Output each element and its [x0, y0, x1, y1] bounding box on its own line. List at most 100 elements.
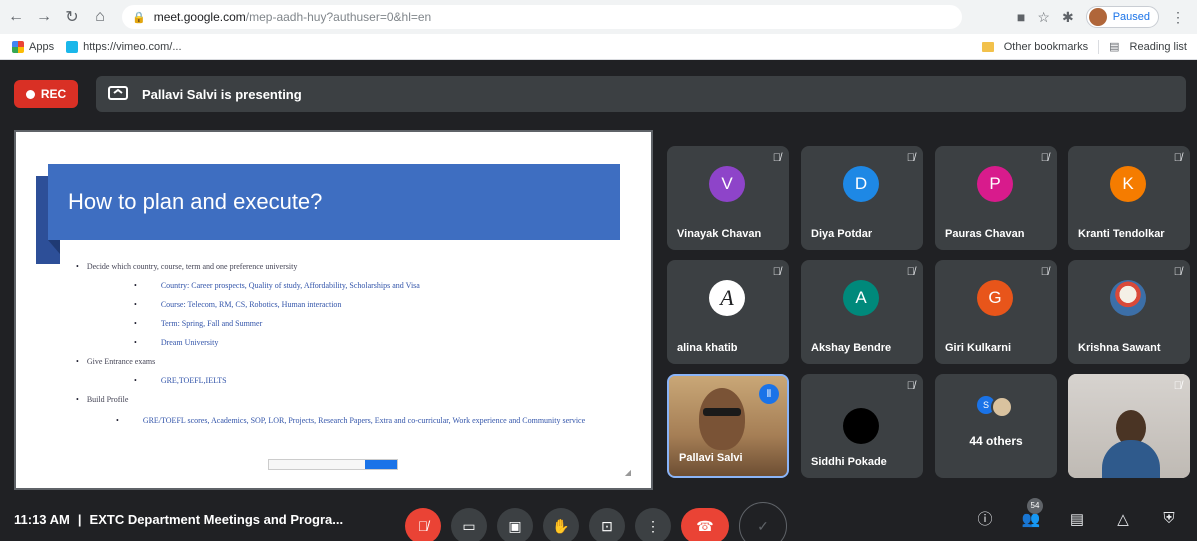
participant-name: Diya Potdar [811, 228, 873, 240]
profile-label: Paused [1112, 11, 1150, 23]
check-icon: ✓ [757, 517, 769, 534]
slide-corner-mark: ◢ [624, 468, 631, 477]
bullet-item: Term: Spring, Fall and Summer [134, 319, 636, 328]
participant-name: Siddhi Pokade [811, 456, 887, 468]
others-avatars: S [977, 396, 1013, 418]
leave-call-button[interactable]: ☎ [681, 508, 729, 541]
participant-tile[interactable]: 🎙̸ D Diya Potdar [801, 146, 923, 250]
camera-toggle-button[interactable]: ▭ [451, 508, 487, 541]
participant-tile[interactable]: 🎙̸ A Akshay Bendre [801, 260, 923, 364]
participant-video-tile[interactable]: 🎙̸ [1068, 374, 1190, 478]
star-bookmark-icon[interactable]: ☆ [1037, 9, 1050, 26]
divider: | [77, 512, 82, 527]
apps-grid-icon [12, 40, 24, 53]
avatar: A [709, 280, 745, 316]
bullet-item: GRE,TOEFL,IELTS [134, 376, 636, 385]
raise-hand-button[interactable]: ✋ [543, 508, 579, 541]
participant-name: Akshay Bendre [811, 342, 892, 354]
mic-off-icon: 🎙̸ [906, 380, 915, 392]
address-bar[interactable]: 🔒 meet.google.com /mep-aadh-huy?authuser… [122, 5, 962, 29]
meeting-info: 11:13 AM | EXTC Department Meetings and … [14, 512, 343, 527]
participant-tile[interactable]: 🎙̸ A alina khatib [667, 260, 789, 364]
bookmark-apps-label: Apps [29, 40, 55, 53]
mic-off-icon: 🎙̸ [772, 266, 781, 278]
mic-off-icon: 🎙̸ [1040, 152, 1049, 164]
camera-permission-icon[interactable]: ■ [1017, 9, 1025, 25]
avatar-photo [1110, 280, 1146, 316]
meeting-details-icon[interactable]: ⓘ [975, 508, 995, 529]
shared-slide: How to plan and execute? Decide which co… [14, 130, 653, 490]
others-tile[interactable]: S 44 others [935, 374, 1057, 478]
forward-arrow-icon[interactable]: → [32, 5, 56, 29]
participant-name: Pauras Chavan [945, 228, 1025, 240]
home-icon[interactable]: ⌂ [88, 5, 112, 29]
avatar-photo [991, 396, 1013, 418]
mic-off-icon: 🎙̸ [906, 152, 915, 164]
bullet-item: Build Profile [76, 395, 636, 404]
url-path: /mep-aadh-huy?authuser=0&hl=en [245, 10, 432, 24]
mic-toggle-button[interactable]: 🎙̸ [405, 508, 441, 541]
mic-off-icon: 🎙̸ [417, 518, 429, 534]
avatar: D [843, 166, 879, 202]
participant-tile[interactable]: 🎙̸ K Kranti Tendolkar [1068, 146, 1190, 250]
captions-button[interactable]: ▣ [497, 508, 533, 541]
mic-off-icon: 🎙̸ [1040, 266, 1049, 278]
present-icon: ⊡ [601, 517, 613, 534]
participant-tile[interactable]: 🎙̸ P Pauras Chavan [935, 146, 1057, 250]
folder-icon [981, 41, 994, 52]
menu-kebab-icon[interactable]: ⋮ [1171, 9, 1185, 26]
profile-button[interactable]: Paused [1085, 6, 1159, 28]
meet-stage: REC Pallavi Salvi is presenting How to p… [0, 60, 1197, 541]
banner-fold [48, 240, 60, 254]
participant-tile[interactable]: 🎙̸ G Giri Kulkarni [935, 260, 1057, 364]
divider [1098, 39, 1100, 54]
reload-icon[interactable]: ↻ [60, 5, 84, 29]
mic-off-icon: 🎙̸ [1173, 380, 1182, 392]
lock-icon: 🔒 [132, 11, 146, 24]
mic-off-icon: 🎙̸ [1173, 266, 1182, 278]
people-icon[interactable]: 👥 54 [1021, 497, 1043, 528]
participant-tile[interactable]: 🎙̸ Siddhi Pokade [801, 374, 923, 478]
present-now-button[interactable]: ⊡ [589, 508, 625, 541]
camera-icon: ▭ [462, 517, 476, 534]
presenting-text: Pallavi Salvi is presenting [142, 86, 302, 102]
participant-name: Giri Kulkarni [945, 342, 1012, 354]
back-arrow-icon[interactable]: ← [4, 5, 28, 29]
more-options-button[interactable]: ⋮ [635, 508, 671, 541]
bullet-item: Course: Telecom, RM, CS, Robotics, Human… [134, 300, 636, 309]
self-video-tile[interactable]: ⦀ Pallavi Salvi [667, 374, 789, 478]
bookmark-apps[interactable]: Apps [12, 40, 55, 53]
call-controls: 🎙̸ ▭ ▣ ✋ ⊡ ⋮ ☎ ✓ [405, 502, 787, 541]
participant-tile[interactable]: 🎙̸ Krishna Sawant [1068, 260, 1190, 364]
participant-name: Vinayak Chavan [677, 228, 762, 240]
bullet-item: GRE/TOEFL scores, Academics, SOP, LOR, P… [116, 414, 636, 428]
ghost-control-button[interactable]: ✓ [739, 502, 787, 541]
bullet-item: Country: Career prospects, Quality of st… [134, 281, 636, 290]
presenting-banner: Pallavi Salvi is presenting [96, 76, 1186, 112]
participant-tile[interactable]: 🎙̸ V Vinayak Chavan [667, 146, 789, 250]
hand-icon: ✋ [552, 517, 570, 534]
bullet-item: Dream University [134, 338, 636, 347]
meeting-title: EXTC Department Meetings and Progra... [89, 512, 344, 527]
participant-name: Pallavi Salvi [679, 452, 743, 464]
slide-control-button [365, 460, 397, 469]
bullet-item: Decide which country, course, term and o… [76, 262, 636, 271]
extensions-puzzle-icon[interactable]: ✱ [1062, 9, 1074, 26]
bookmark-vimeo-label: https://vimeo.com/... [83, 40, 182, 53]
slide-title: How to plan and execute? [68, 189, 323, 214]
others-count: 44 others [969, 434, 1023, 448]
activities-icon[interactable]: △ [1113, 510, 1133, 528]
chat-icon[interactable]: ▤ [1067, 510, 1087, 528]
bookmark-vimeo[interactable]: https://vimeo.com/... [66, 40, 182, 53]
present-screen-icon [108, 86, 128, 102]
url-host: meet.google.com [153, 10, 246, 24]
reading-list[interactable]: Reading list [1130, 41, 1187, 53]
clock-time: 11:13 AM [14, 512, 70, 527]
other-bookmarks[interactable]: Other bookmarks [1004, 41, 1088, 53]
self-glasses [703, 408, 741, 416]
slide-controls [268, 459, 398, 470]
mic-off-icon: 🎙̸ [772, 152, 781, 164]
host-controls-icon[interactable]: ⛨ [1159, 510, 1179, 527]
profile-avatar [1088, 8, 1107, 26]
bullet-item: Give Entrance exams [76, 357, 636, 366]
